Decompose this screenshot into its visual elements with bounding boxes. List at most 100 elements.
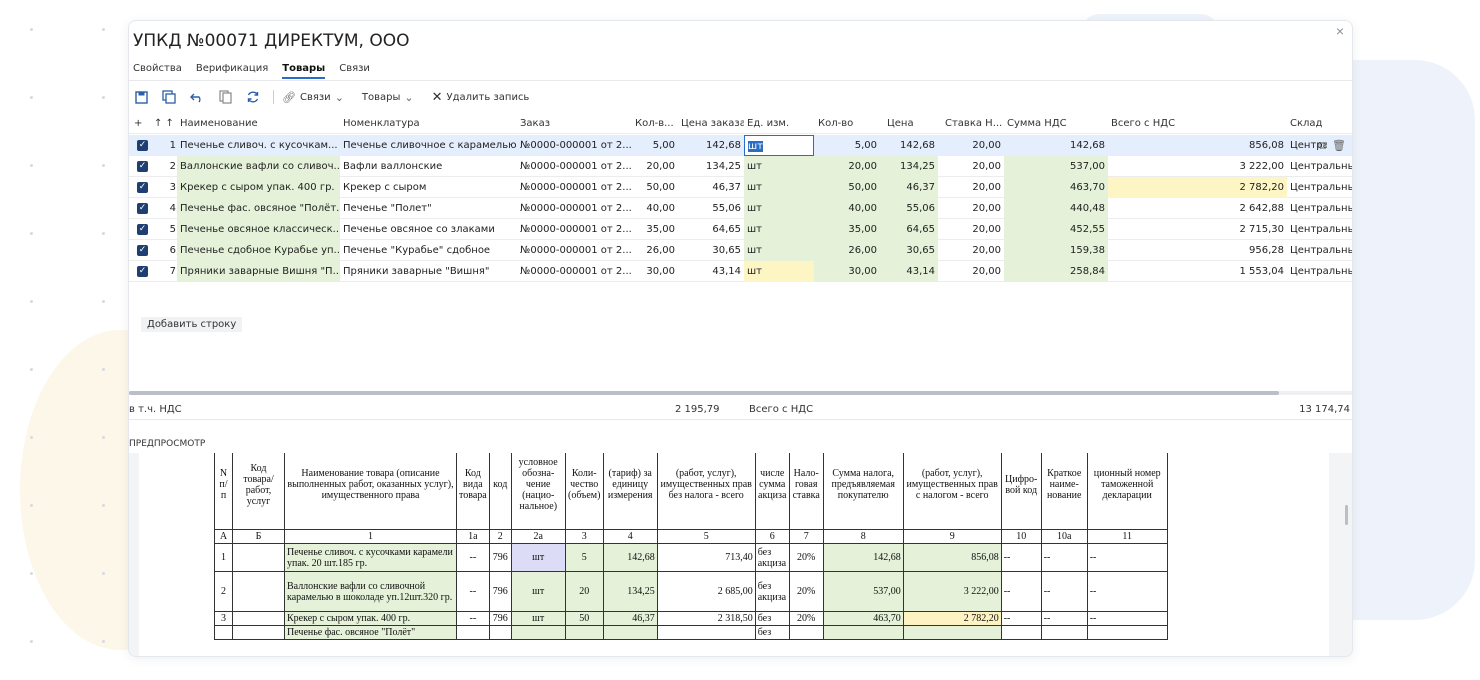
cell-qty[interactable]: 40,00 — [814, 198, 880, 219]
cell-nomenclature[interactable]: Вафли валлонские — [340, 156, 517, 177]
cell-price[interactable]: 134,25 — [880, 156, 938, 177]
cell-total[interactable]: 2 715,30 — [1108, 219, 1287, 240]
col-header-vat-rate[interactable]: Ставка Н... — [942, 113, 1002, 134]
col-header-name[interactable]: Наименование — [177, 113, 337, 134]
cell-vat-rate[interactable]: 20,00 — [938, 261, 1004, 282]
cell-order[interactable]: №0000-000001 от 2... — [517, 135, 632, 156]
cell-vat-sum[interactable]: 159,38 — [1004, 240, 1108, 261]
goods-dropdown-button[interactable]: Товары ⌄ — [362, 91, 414, 104]
cell-name[interactable]: Печенье сливоч. с кусочкам... — [177, 135, 340, 156]
unit-input-value[interactable]: шт — [748, 141, 763, 152]
cell-vat-rate[interactable]: 20,00 — [938, 135, 1004, 156]
cell-order[interactable]: №0000-000001 от 2... — [517, 219, 632, 240]
cell-qty-order[interactable]: 20,00 — [632, 156, 678, 177]
cell-unit[interactable]: шт — [744, 261, 814, 282]
cell-vat-sum[interactable]: 142,68 — [1004, 135, 1108, 156]
cell-nomenclature[interactable]: Пряники заварные "Вишня" — [340, 261, 517, 282]
table-row[interactable]: ✓ 2 Валлонские вафли со сливоч... Вафли вал… — [129, 156, 1352, 177]
cell-vat-rate[interactable]: 20,00 — [938, 240, 1004, 261]
delete-record-button[interactable]: ✕ Удалить запись — [432, 90, 530, 105]
links-dropdown-button[interactable]: 🔗︎ Связи ⌄ — [282, 91, 344, 104]
col-header-unit[interactable]: Ед. изм. — [744, 113, 814, 134]
row-checkbox[interactable]: ✓ — [137, 140, 148, 151]
cell-vat-rate[interactable]: 20,00 — [938, 219, 1004, 240]
table-row[interactable]: ✓ 3 Крекер с сыром упак. 400 гр. Крекер с с… — [129, 177, 1352, 198]
tab-goods[interactable]: Товары — [282, 63, 326, 79]
cell-nomenclature[interactable]: Печенье "Курабье" сдобное — [340, 240, 517, 261]
cell-warehouse[interactable]: Центральный скл — [1287, 219, 1352, 240]
cell-unit[interactable]: шт — [744, 219, 814, 240]
cell-vat-sum[interactable]: 258,84 — [1004, 261, 1108, 282]
cell-vat-sum[interactable]: 463,70 — [1004, 177, 1108, 198]
cell-price[interactable]: 46,37 — [880, 177, 938, 198]
cell-total[interactable]: 856,08 — [1108, 135, 1287, 156]
add-column-button[interactable]: + — [131, 113, 145, 134]
cell-vat-sum[interactable]: 537,00 — [1004, 156, 1108, 177]
cell-total[interactable]: 2 642,88 — [1108, 198, 1287, 219]
cell-unit[interactable]: шт — [744, 198, 814, 219]
tab-properties[interactable]: Свойства — [133, 63, 182, 79]
copy-icon[interactable] — [217, 89, 233, 105]
cell-total[interactable]: 956,28 — [1108, 240, 1287, 261]
sort-icon[interactable]: ↑ ↑ — [151, 113, 175, 134]
cell-name[interactable]: Пряники заварные Вишня "П... — [177, 261, 340, 282]
cell-price[interactable]: 43,14 — [880, 261, 938, 282]
cell-warehouse[interactable]: Центральный скл — [1287, 177, 1352, 198]
scrollbar-thumb[interactable] — [129, 391, 1279, 395]
cell-qty[interactable]: 50,00 — [814, 177, 880, 198]
row-checkbox[interactable]: ✓ — [137, 224, 148, 235]
col-header-qty-order[interactable]: Кол-в... — [632, 113, 678, 134]
unit-input[interactable]: шт — [744, 135, 814, 156]
col-header-vat-sum[interactable]: Сумма НДС — [1004, 113, 1094, 134]
cell-unit[interactable]: шт — [744, 177, 814, 198]
cell-qty[interactable]: 30,00 — [814, 261, 880, 282]
save-icon[interactable] — [133, 89, 149, 105]
cell-order[interactable]: №0000-000001 от 2... — [517, 240, 632, 261]
refresh-icon[interactable] — [245, 89, 261, 105]
cell-warehouse[interactable]: Центральный скл — [1287, 240, 1352, 261]
cell-order[interactable]: №0000-000001 от 2... — [517, 177, 632, 198]
table-row[interactable]: ✓ 5 Печенье овсяное классическ... Печенье о… — [129, 219, 1352, 240]
cell-nomenclature[interactable]: Крекер с сыром — [340, 177, 517, 198]
tab-verification[interactable]: Верификация — [196, 63, 268, 79]
cell-price-order[interactable]: 30,65 — [678, 240, 744, 261]
add-row-button[interactable]: Добавить строку — [141, 317, 243, 332]
cell-name[interactable]: Валлонские вафли со сливоч... — [177, 156, 340, 177]
row-checkbox[interactable]: ✓ — [137, 182, 148, 193]
table-row[interactable]: ✓ 6 Печенье сдобное Курабье уп... Печенье "… — [129, 240, 1352, 261]
cell-warehouse[interactable]: Центральный скл — [1287, 261, 1352, 282]
row-checkbox[interactable]: ✓ — [137, 161, 148, 172]
cell-qty-order[interactable]: 30,00 — [632, 261, 678, 282]
cell-price[interactable]: 30,65 — [880, 240, 938, 261]
cell-vat-sum[interactable]: 452,55 — [1004, 219, 1108, 240]
cell-price-order[interactable]: 64,65 — [678, 219, 744, 240]
cell-vat-rate[interactable]: 20,00 — [938, 198, 1004, 219]
table-row[interactable]: ✓ 4 Печенье фас. овсяное "Полёт... Печенье … — [129, 198, 1352, 219]
cell-total[interactable]: 2 782,20 — [1108, 177, 1287, 198]
col-header-warehouse[interactable]: Склад — [1287, 113, 1352, 134]
horizontal-scrollbar[interactable] — [129, 391, 1352, 395]
cell-qty[interactable]: 5,00 — [814, 135, 880, 156]
cell-qty-order[interactable]: 35,00 — [632, 219, 678, 240]
col-header-price-order[interactable]: Цена заказа — [678, 113, 744, 134]
copy-row-icon[interactable]: ⧉ — [1318, 139, 1326, 153]
row-checkbox[interactable]: ✓ — [137, 245, 148, 256]
col-header-qty[interactable]: Кол-во — [815, 113, 875, 134]
cell-vat-rate[interactable]: 20,00 — [938, 156, 1004, 177]
cell-name[interactable]: Печенье фас. овсяное "Полёт... — [177, 198, 340, 219]
row-checkbox[interactable]: ✓ — [137, 203, 148, 214]
cell-total[interactable]: 3 222,00 — [1108, 156, 1287, 177]
save-as-icon[interactable] — [161, 89, 177, 105]
cell-qty[interactable]: 35,00 — [814, 219, 880, 240]
undo-icon[interactable] — [189, 89, 205, 105]
cell-total[interactable]: 1 553,04 — [1108, 261, 1287, 282]
col-header-total[interactable]: Всего с НДС — [1108, 113, 1228, 134]
delete-row-icon[interactable]: 🗑︎ — [1332, 139, 1346, 152]
row-checkbox[interactable]: ✓ — [137, 266, 148, 277]
cell-order[interactable]: №0000-000001 от 2... — [517, 261, 632, 282]
tab-links[interactable]: Связи — [339, 63, 370, 79]
cell-price[interactable]: 142,68 — [880, 135, 938, 156]
cell-price[interactable]: 64,65 — [880, 219, 938, 240]
cell-warehouse[interactable]: Центральный скл — [1287, 198, 1352, 219]
cell-price-order[interactable]: 142,68 — [678, 135, 744, 156]
